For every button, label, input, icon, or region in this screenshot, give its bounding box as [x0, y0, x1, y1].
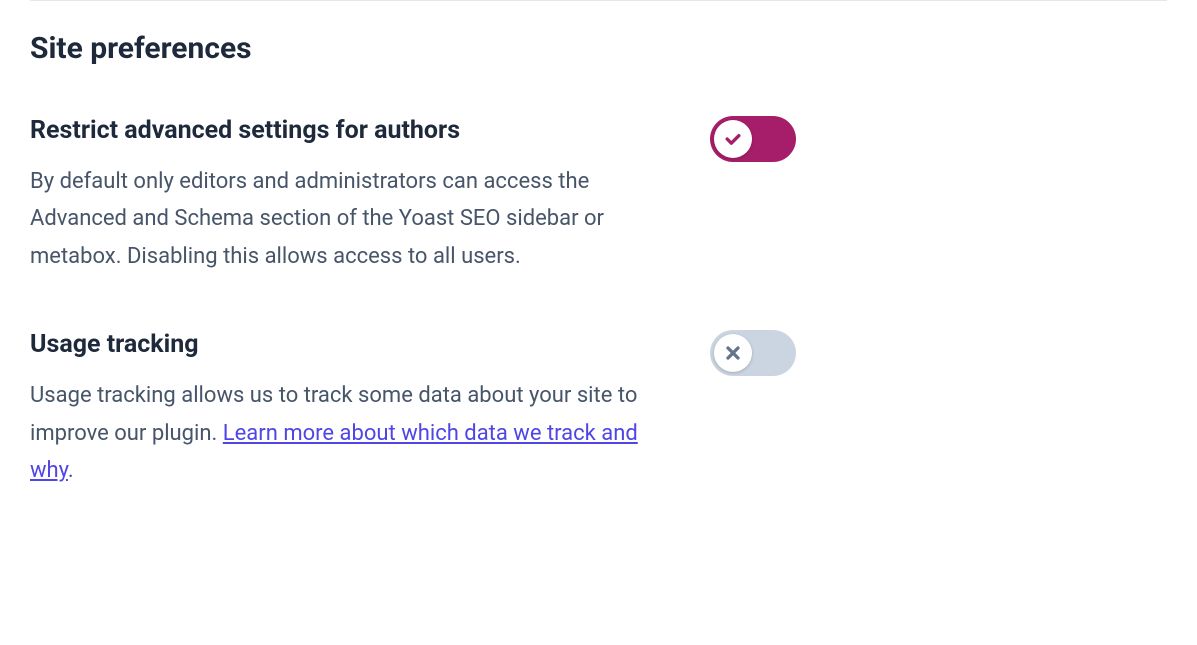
setting-description: By default only editors and administrato…: [30, 163, 640, 275]
section-title: Site preferences: [30, 31, 1167, 66]
setting-label: Restrict advanced settings for authors: [30, 116, 640, 145]
restrict-advanced-toggle[interactable]: [710, 116, 796, 162]
x-icon: [723, 343, 743, 363]
setting-usage-tracking: Usage tracking Usage tracking allows us …: [30, 330, 1167, 489]
setting-description: Usage tracking allows us to track some d…: [30, 377, 640, 489]
setting-content: Restrict advanced settings for authors B…: [30, 116, 670, 275]
toggle-wrap: [710, 116, 796, 162]
checkmark-icon: [723, 129, 743, 149]
description-text-post: .: [68, 458, 74, 483]
toggle-wrap: [710, 330, 796, 376]
setting-restrict-advanced: Restrict advanced settings for authors B…: [30, 116, 1167, 275]
setting-label: Usage tracking: [30, 330, 640, 359]
toggle-knob: [714, 120, 752, 158]
usage-tracking-toggle[interactable]: [710, 330, 796, 376]
toggle-knob: [714, 334, 752, 372]
site-preferences-section: Site preferences Restrict advanced setti…: [0, 1, 1197, 574]
setting-content: Usage tracking Usage tracking allows us …: [30, 330, 670, 489]
